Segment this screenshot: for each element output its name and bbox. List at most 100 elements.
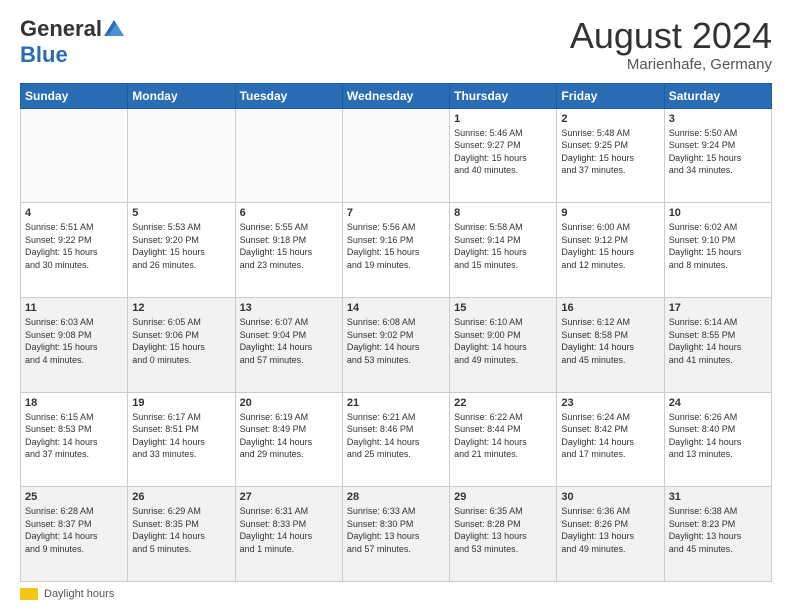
- calendar-cell: 21 Sunrise: 6:21 AM Sunset: 8:46 PM Dayli…: [342, 392, 449, 487]
- day-info: Sunrise: 6:35 AM Sunset: 8:28 PM Dayligh…: [454, 505, 552, 555]
- day-info: Sunrise: 6:10 AM Sunset: 9:00 PM Dayligh…: [454, 316, 552, 366]
- logo: General Blue: [20, 16, 124, 68]
- day-number: 11: [25, 302, 123, 314]
- day-number: 29: [454, 491, 552, 503]
- day-number: 21: [347, 397, 445, 409]
- day-info: Sunrise: 6:17 AM Sunset: 8:51 PM Dayligh…: [132, 411, 230, 461]
- day-number: 26: [132, 491, 230, 503]
- calendar-table: SundayMondayTuesdayWednesdayThursdayFrid…: [20, 83, 772, 582]
- day-number: 24: [669, 397, 767, 409]
- calendar-cell: 1 Sunrise: 5:46 AM Sunset: 9:27 PM Daylig…: [450, 108, 557, 203]
- day-info: Sunrise: 5:46 AM Sunset: 9:27 PM Dayligh…: [454, 127, 552, 177]
- day-info: Sunrise: 5:58 AM Sunset: 9:14 PM Dayligh…: [454, 221, 552, 271]
- day-number: 27: [240, 491, 338, 503]
- calendar-cell: 24 Sunrise: 6:26 AM Sunset: 8:40 PM Dayli…: [664, 392, 771, 487]
- calendar-cell: 27Sunrise: 6:31 AM Sunset: 8:33 PM Dayli…: [235, 487, 342, 582]
- day-info: Sunrise: 6:33 AM Sunset: 8:30 PM Dayligh…: [347, 505, 445, 555]
- calendar-cell: [235, 108, 342, 203]
- calendar-cell: 4 Sunrise: 5:51 AM Sunset: 9:22 PM Daylig…: [21, 203, 128, 298]
- calendar-cell: 2Sunrise: 5:48 AM Sunset: 9:25 PM Daylig…: [557, 108, 664, 203]
- daylight-bar-icon: [20, 588, 38, 600]
- calendar-cell: 20 Sunrise: 6:19 AM Sunset: 8:49 PM Dayli…: [235, 392, 342, 487]
- day-number: 8: [454, 207, 552, 219]
- day-number: 6: [240, 207, 338, 219]
- calendar-header-friday: Friday: [557, 83, 664, 108]
- day-info: Sunrise: 6:19 AM Sunset: 8:49 PM Dayligh…: [240, 411, 338, 461]
- calendar-cell: 10Sunrise: 6:02 AM Sunset: 9:10 PM Dayli…: [664, 203, 771, 298]
- calendar-cell: 6Sunrise: 5:55 AM Sunset: 9:18 PM Daylig…: [235, 203, 342, 298]
- calendar-cell: [342, 108, 449, 203]
- day-info: Sunrise: 6:02 AM Sunset: 9:10 PM Dayligh…: [669, 221, 767, 271]
- day-number: 2: [561, 113, 659, 125]
- calendar-header-tuesday: Tuesday: [235, 83, 342, 108]
- day-number: 31: [669, 491, 767, 503]
- calendar-cell: 18 Sunrise: 6:15 AM Sunset: 8:53 PM Dayli…: [21, 392, 128, 487]
- header: General Blue August 2024 Marienhafe, Ger…: [20, 16, 772, 73]
- page: General Blue August 2024 Marienhafe, Ger…: [0, 0, 792, 612]
- logo-icon: [104, 18, 124, 38]
- calendar-header-saturday: Saturday: [664, 83, 771, 108]
- day-number: 19: [132, 397, 230, 409]
- day-info: Sunrise: 6:15 AM Sunset: 8:53 PM Dayligh…: [25, 411, 123, 461]
- day-number: 18: [25, 397, 123, 409]
- calendar-cell: 14Sunrise: 6:08 AM Sunset: 9:02 PM Dayli…: [342, 297, 449, 392]
- day-info: Sunrise: 6:29 AM Sunset: 8:35 PM Dayligh…: [132, 505, 230, 555]
- calendar-cell: 29 Sunrise: 6:35 AM Sunset: 8:28 PM Dayli…: [450, 487, 557, 582]
- calendar-cell: 23Sunrise: 6:24 AM Sunset: 8:42 PM Dayli…: [557, 392, 664, 487]
- calendar-cell: 28 Sunrise: 6:33 AM Sunset: 8:30 PM Dayli…: [342, 487, 449, 582]
- day-info: Sunrise: 6:08 AM Sunset: 9:02 PM Dayligh…: [347, 316, 445, 366]
- day-info: Sunrise: 6:12 AM Sunset: 8:58 PM Dayligh…: [561, 316, 659, 366]
- day-number: 20: [240, 397, 338, 409]
- month-title: August 2024: [570, 16, 772, 56]
- day-number: 1: [454, 113, 552, 125]
- calendar-cell: 25 Sunrise: 6:28 AM Sunset: 8:37 PM Dayli…: [21, 487, 128, 582]
- day-info: Sunrise: 6:22 AM Sunset: 8:44 PM Dayligh…: [454, 411, 552, 461]
- calendar-cell: 7 Sunrise: 5:56 AM Sunset: 9:16 PM Daylig…: [342, 203, 449, 298]
- day-info: Sunrise: 6:03 AM Sunset: 9:08 PM Dayligh…: [25, 316, 123, 366]
- calendar-week-5: 25 Sunrise: 6:28 AM Sunset: 8:37 PM Dayli…: [21, 487, 772, 582]
- day-number: 17: [669, 302, 767, 314]
- day-info: Sunrise: 6:05 AM Sunset: 9:06 PM Dayligh…: [132, 316, 230, 366]
- day-info: Sunrise: 6:38 AM Sunset: 8:23 PM Dayligh…: [669, 505, 767, 555]
- calendar-cell: 8 Sunrise: 5:58 AM Sunset: 9:14 PM Daylig…: [450, 203, 557, 298]
- day-number: 13: [240, 302, 338, 314]
- day-info: Sunrise: 5:56 AM Sunset: 9:16 PM Dayligh…: [347, 221, 445, 271]
- calendar-cell: 17 Sunrise: 6:14 AM Sunset: 8:55 PM Dayli…: [664, 297, 771, 392]
- calendar-cell: 13 Sunrise: 6:07 AM Sunset: 9:04 PM Dayli…: [235, 297, 342, 392]
- calendar-header-wednesday: Wednesday: [342, 83, 449, 108]
- day-info: Sunrise: 6:26 AM Sunset: 8:40 PM Dayligh…: [669, 411, 767, 461]
- day-info: Sunrise: 6:36 AM Sunset: 8:26 PM Dayligh…: [561, 505, 659, 555]
- calendar-week-4: 18 Sunrise: 6:15 AM Sunset: 8:53 PM Dayli…: [21, 392, 772, 487]
- day-info: Sunrise: 5:51 AM Sunset: 9:22 PM Dayligh…: [25, 221, 123, 271]
- day-number: 25: [25, 491, 123, 503]
- calendar-header-row: SundayMondayTuesdayWednesdayThursdayFrid…: [21, 83, 772, 108]
- calendar-week-1: 1 Sunrise: 5:46 AM Sunset: 9:27 PM Daylig…: [21, 108, 772, 203]
- calendar-cell: 15 Sunrise: 6:10 AM Sunset: 9:00 PM Dayli…: [450, 297, 557, 392]
- day-info: Sunrise: 6:14 AM Sunset: 8:55 PM Dayligh…: [669, 316, 767, 366]
- calendar-cell: [21, 108, 128, 203]
- calendar-cell: 19 Sunrise: 6:17 AM Sunset: 8:51 PM Dayli…: [128, 392, 235, 487]
- day-number: 22: [454, 397, 552, 409]
- footer: Daylight hours: [20, 588, 772, 600]
- day-info: Sunrise: 6:28 AM Sunset: 8:37 PM Dayligh…: [25, 505, 123, 555]
- calendar-cell: 5Sunrise: 5:53 AM Sunset: 9:20 PM Daylig…: [128, 203, 235, 298]
- day-info: Sunrise: 5:53 AM Sunset: 9:20 PM Dayligh…: [132, 221, 230, 271]
- logo-general-text: General: [20, 16, 102, 42]
- day-number: 4: [25, 207, 123, 219]
- day-number: 15: [454, 302, 552, 314]
- day-info: Sunrise: 6:24 AM Sunset: 8:42 PM Dayligh…: [561, 411, 659, 461]
- day-number: 12: [132, 302, 230, 314]
- location: Marienhafe, Germany: [570, 56, 772, 73]
- day-number: 7: [347, 207, 445, 219]
- daylight-label: Daylight hours: [44, 588, 114, 600]
- day-info: Sunrise: 6:00 AM Sunset: 9:12 PM Dayligh…: [561, 221, 659, 271]
- title-section: August 2024 Marienhafe, Germany: [570, 16, 772, 73]
- day-number: 28: [347, 491, 445, 503]
- calendar-week-3: 11 Sunrise: 6:03 AM Sunset: 9:08 PM Dayli…: [21, 297, 772, 392]
- day-info: Sunrise: 6:21 AM Sunset: 8:46 PM Dayligh…: [347, 411, 445, 461]
- calendar-cell: 12 Sunrise: 6:05 AM Sunset: 9:06 PM Dayli…: [128, 297, 235, 392]
- day-info: Sunrise: 6:07 AM Sunset: 9:04 PM Dayligh…: [240, 316, 338, 366]
- day-number: 16: [561, 302, 659, 314]
- calendar-cell: 31 Sunrise: 6:38 AM Sunset: 8:23 PM Dayli…: [664, 487, 771, 582]
- calendar-cell: 3Sunrise: 5:50 AM Sunset: 9:24 PM Daylig…: [664, 108, 771, 203]
